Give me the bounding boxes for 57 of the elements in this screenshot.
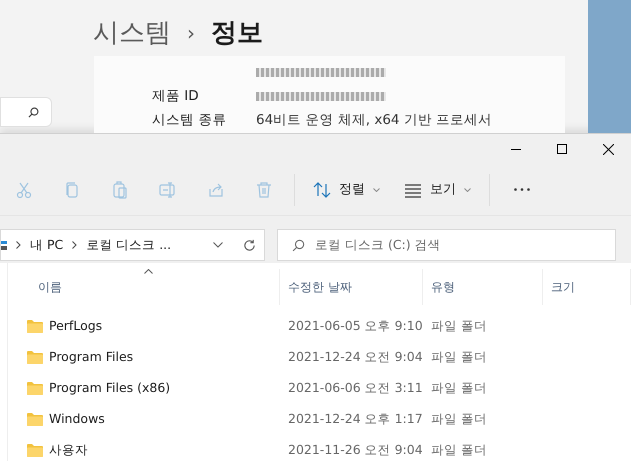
sort-arrows-icon bbox=[313, 180, 331, 198]
date-cell: 2021-12-24 오전 9:04 bbox=[288, 349, 423, 364]
date-cell: 2021-06-05 오후 9:10 bbox=[288, 318, 423, 334]
toolbar-menu-button[interactable]: 정렬 bbox=[301, 172, 392, 208]
folder-icon bbox=[27, 382, 43, 395]
ellipsis-icon bbox=[514, 188, 530, 191]
file-name[interactable]: PerfLogs bbox=[49, 317, 102, 336]
search-icon bbox=[292, 238, 305, 252]
search-field[interactable] bbox=[0, 97, 52, 127]
folder-icon bbox=[27, 444, 43, 457]
file-name[interactable]: Windows bbox=[49, 410, 105, 429]
type-cell: 파일 폴더 bbox=[431, 380, 487, 396]
column-header-cell[interactable]: 크기 bbox=[543, 269, 631, 305]
caret-icon bbox=[373, 188, 380, 192]
address-segment[interactable]: 로컬 디스크 ... bbox=[86, 236, 172, 254]
share-icon bbox=[207, 180, 225, 198]
date-cell: 2021-12-24 오후 1:17 bbox=[288, 411, 423, 426]
maximize-icon bbox=[557, 144, 567, 154]
chevron-icon bbox=[16, 241, 21, 249]
type-cell: 파일 폴더 bbox=[431, 349, 487, 364]
address-segment[interactable]: 내 PC bbox=[30, 236, 64, 254]
file-name[interactable]: Program Files (x86) bbox=[49, 379, 170, 398]
date-cell: 2021-11-26 오전 9:04 bbox=[288, 442, 423, 458]
info-label: 시스템 종류 bbox=[152, 112, 226, 128]
caret-icon bbox=[464, 188, 471, 192]
type-cell: 파일 폴더 bbox=[431, 411, 487, 426]
scissors-icon bbox=[15, 180, 33, 198]
folder-icon bbox=[27, 413, 43, 426]
clipboard-icon bbox=[111, 180, 129, 198]
search-field[interactable]: 로컬 디스크 (C:) 검색 bbox=[277, 229, 616, 261]
breadcrumb-separator: › bbox=[187, 20, 195, 47]
info-value: 64비트 운영 체제, x64 기반 프로세서 bbox=[256, 110, 492, 130]
rename-icon bbox=[159, 180, 177, 198]
folder-icon bbox=[27, 320, 43, 333]
info-label: 제품 ID bbox=[152, 88, 199, 104]
date-cell: 2021-06-06 오전 3:11 bbox=[288, 380, 423, 396]
type-cell: 파일 폴더 bbox=[431, 318, 487, 334]
file-name[interactable]: 사용자 bbox=[49, 441, 88, 460]
close-icon bbox=[602, 144, 614, 154]
type-cell: 파일 폴더 bbox=[431, 442, 487, 458]
folder-icon bbox=[27, 351, 43, 364]
file-name[interactable]: Program Files bbox=[49, 348, 134, 367]
breadcrumb-link[interactable]: 시스템 bbox=[93, 14, 171, 52]
column-header-cell[interactable]: 유형 bbox=[423, 269, 543, 305]
dropdown-caret-icon[interactable] bbox=[213, 242, 223, 248]
chevron-icon bbox=[72, 241, 78, 249]
column-header-cell[interactable]: 수정한 날짜 bbox=[280, 269, 423, 305]
column-header-cell[interactable]: 이름 bbox=[8, 269, 280, 305]
toolbar-menu-button[interactable]: 보기 bbox=[392, 172, 483, 208]
page-title: 정보 bbox=[211, 16, 263, 50]
drive-icon bbox=[1, 239, 7, 251]
sort-caret-icon bbox=[144, 269, 152, 274]
search-icon bbox=[28, 106, 39, 118]
search-input: 로컬 디스크 (C:) 검색 bbox=[315, 236, 615, 254]
refresh-icon[interactable] bbox=[243, 238, 256, 252]
trash-icon bbox=[255, 180, 273, 198]
address-bar[interactable]: 내 PC 로컬 디스크 ... bbox=[0, 229, 265, 261]
